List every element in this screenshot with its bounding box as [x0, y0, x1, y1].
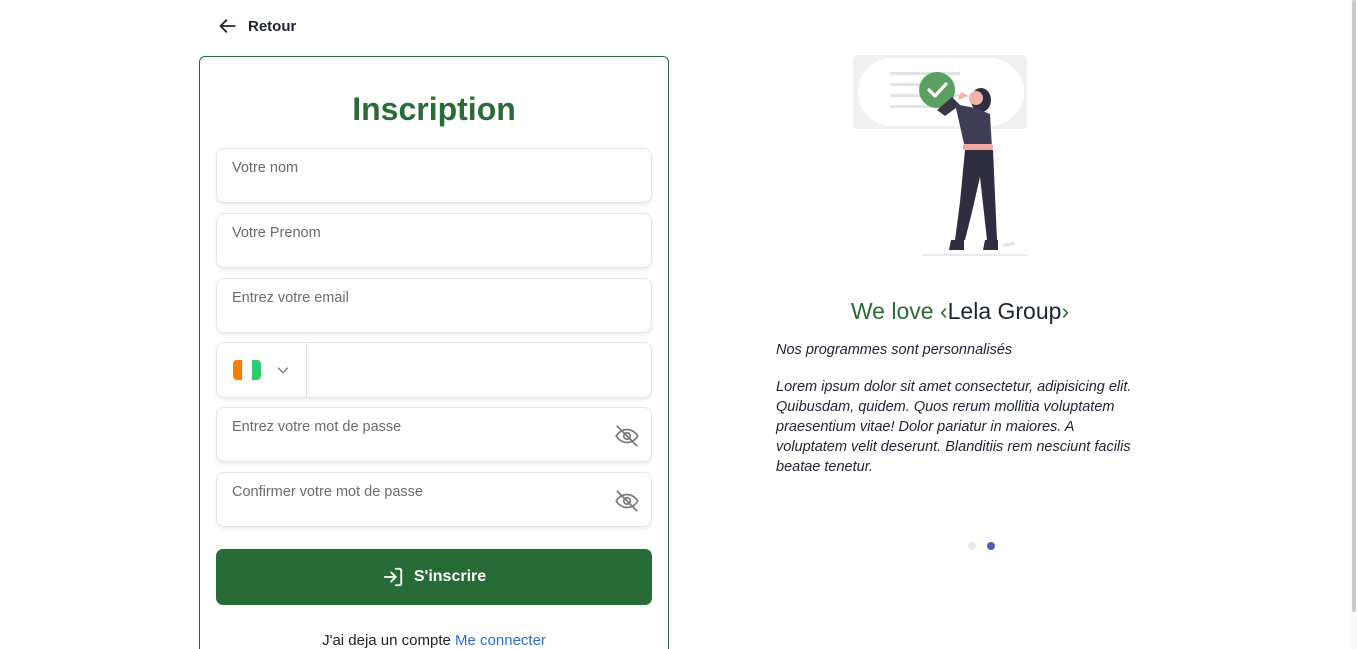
flag-stripe [251, 360, 261, 380]
back-label: Retour [248, 17, 297, 35]
password-field[interactable] [216, 407, 652, 462]
confirm-password-input[interactable] [217, 473, 651, 526]
eye-off-icon[interactable] [614, 423, 640, 449]
carousel-dot[interactable] [968, 542, 976, 550]
chevron-down-icon [277, 367, 289, 374]
tagline-close: › [1061, 298, 1070, 324]
flag-icon [233, 360, 261, 380]
promo-tagline: We love ‹Lela Group› [700, 298, 1220, 325]
prenom-field[interactable] [216, 213, 652, 268]
phone-field [216, 342, 652, 398]
email-field[interactable] [216, 278, 652, 333]
signup-illustration [853, 55, 1028, 256]
phone-number-field[interactable] [307, 342, 652, 398]
carousel-dot[interactable] [987, 542, 995, 550]
promo-subtitle: Nos programmes sont personnalisés [776, 342, 1013, 358]
page-title: Inscription [352, 91, 516, 127]
confirm-password-field[interactable] [216, 472, 652, 527]
login-link[interactable]: Me connecter [455, 632, 546, 649]
nom-input[interactable] [217, 149, 651, 202]
tagline-open: ‹ [939, 298, 948, 324]
flag-stripe [242, 360, 252, 380]
prenom-input[interactable] [217, 214, 651, 267]
signup-button[interactable]: S'inscrire [216, 549, 652, 605]
login-prompt-row: J'ai deja un compte Me connecter [200, 632, 668, 649]
country-selector[interactable] [216, 342, 307, 398]
brand-name: Lela Group [947, 298, 1062, 324]
flag-stripe [233, 360, 243, 380]
scrollbar-thumb[interactable] [1352, 0, 1356, 612]
back-button[interactable]: Retour [218, 16, 296, 36]
email-input[interactable] [217, 279, 651, 332]
phone-number-input[interactable] [307, 343, 651, 397]
signup-card: Inscription Votre nom Votre Prenom Entre… [199, 56, 669, 649]
scrollbar[interactable] [1351, 0, 1357, 649]
login-prompt: J'ai deja un compte [322, 632, 451, 649]
nom-field[interactable] [216, 148, 652, 203]
password-input[interactable] [217, 408, 651, 461]
tagline-prefix: We love [850, 298, 934, 324]
promo-description: Lorem ipsum dolor sit amet consectetur, … [776, 379, 1132, 475]
sign-in-icon [383, 567, 403, 587]
carousel-dots [968, 542, 995, 550]
arrow-left-icon [219, 19, 236, 33]
eye-off-icon[interactable] [614, 488, 640, 514]
signup-label: S'inscrire [413, 568, 487, 585]
